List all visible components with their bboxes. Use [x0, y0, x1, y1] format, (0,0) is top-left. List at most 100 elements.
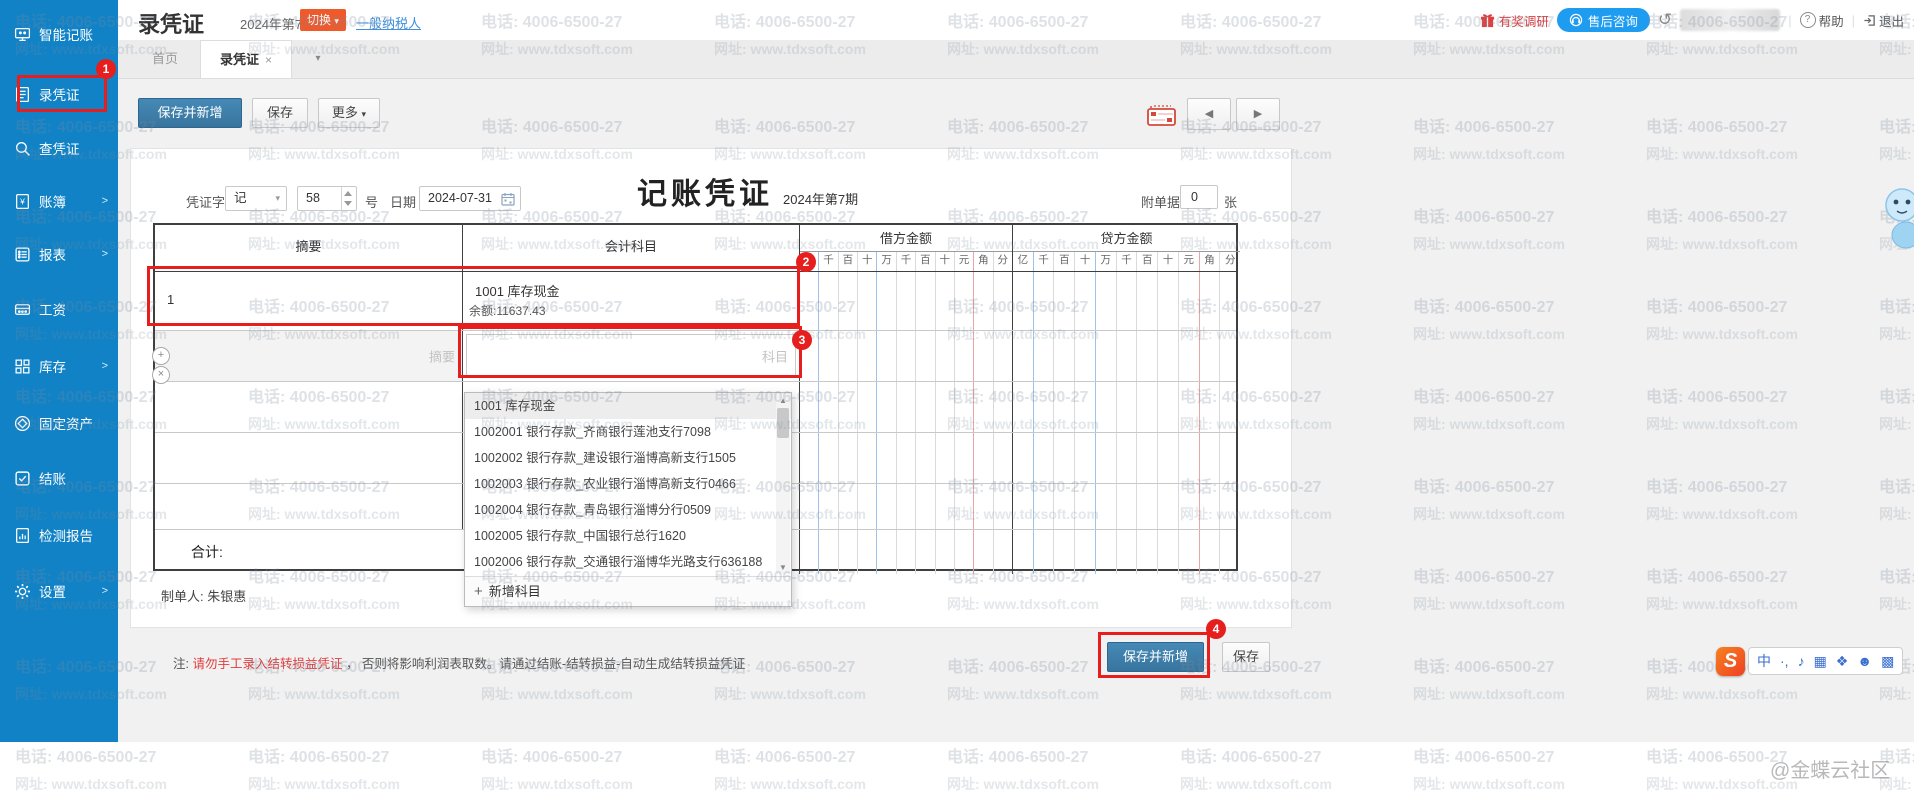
switch-period-button[interactable]: 切换 ▾ [300, 9, 346, 31]
amount-digit-cell [876, 484, 895, 529]
account-option[interactable]: 1001 库存现金 [465, 393, 791, 419]
scroll-down-icon[interactable]: ▼ [776, 563, 790, 572]
keyboard-icon[interactable]: ▦ [1814, 653, 1827, 670]
summary-cell-editing[interactable]: 摘要 [155, 331, 463, 381]
toolbar-more-button[interactable]: 更多 ▾ [318, 98, 380, 128]
watermark-site: 网址: www.tdxsoft.com [1180, 684, 1332, 704]
amount-digit-cell [1136, 331, 1157, 381]
voucher-word-select[interactable]: 记▾ [225, 186, 287, 211]
watermark-phone: 电话: 4006-6500-27 [1879, 113, 1914, 137]
sidebar-item-inspection-report[interactable]: 检测报告 [0, 520, 118, 550]
redacted-username [1680, 9, 1780, 31]
game-icon[interactable]: ☻ [1857, 653, 1872, 669]
ime-toolbar[interactable]: S 中 ·, ♪ ▦ ❖ ☻ ▩ [1716, 646, 1903, 676]
account-option[interactable]: 1002005 银行存款_中国银行总行1620 [465, 523, 791, 549]
sidebar-item-closing[interactable]: 结账 [0, 463, 118, 493]
account-option[interactable]: 1002002 银行存款_建设银行淄博高新支行1505 [465, 445, 791, 471]
next-voucher-button[interactable]: ▶ [1236, 98, 1280, 130]
calendar-icon[interactable] [501, 192, 515, 206]
calculator-icon[interactable] [1145, 100, 1178, 132]
table-row-2[interactable]: 摘要 科目 [155, 331, 1236, 382]
tab-home[interactable]: 首页 [130, 40, 200, 78]
amount-digit-header: 角 [973, 252, 992, 271]
amount-digit-header: 千 [1033, 252, 1054, 271]
attachments-count-input[interactable]: 0 [1180, 185, 1218, 209]
sidebar-item-fixed-assets[interactable]: 固定资产 [0, 408, 118, 438]
caret-down-icon: ▾ [334, 16, 339, 26]
sidebar-item-voucher-entry[interactable]: 录凭证 [0, 79, 118, 109]
add-account-button[interactable]: +新增科目 [465, 576, 791, 606]
survey-link[interactable]: 有奖调研 [1480, 11, 1549, 30]
watermark-site: 网址: www.tdxsoft.com [1646, 684, 1798, 704]
bottom-save-button[interactable]: 保存 [1222, 642, 1270, 672]
logout-link[interactable]: 退出 [1863, 11, 1904, 30]
account-input[interactable]: 科目 [466, 334, 796, 378]
close-tab-icon[interactable]: × [265, 53, 272, 67]
amount-digit-cell [1013, 530, 1033, 574]
amount-digit-cell [1157, 530, 1178, 574]
attachments-unit: 张 [1224, 192, 1237, 211]
sidebar-item-smart-accounting[interactable]: 智能记账 [0, 19, 118, 49]
amount-digit-cell [800, 272, 818, 330]
sidebar: 智能记账录凭证查凭证 ¥账簿> 报表> 工资库存> 固定资产结账检测报告设置> [0, 0, 118, 742]
after-sales-support-button[interactable]: 售后咨询 [1557, 8, 1650, 32]
number-spinner[interactable] [341, 187, 356, 210]
amount-digit-cell [876, 331, 895, 381]
caret-down-icon: ▾ [362, 109, 367, 119]
amount-digit-cell [1116, 382, 1137, 432]
amount-digit-cell [1053, 272, 1074, 330]
tab-voucher-entry[interactable]: 录凭证× [200, 40, 292, 78]
sidebar-item-voucher-search[interactable]: 查凭证 [0, 133, 118, 163]
scrollbar-thumb[interactable] [777, 408, 789, 438]
account-option[interactable]: 1002003 银行存款_农业银行淄博高新支行0466 [465, 471, 791, 497]
attachments-label: 附单据 [1141, 192, 1180, 211]
amount-digit-cell [1199, 433, 1220, 483]
watermark-site: 网址: www.tdxsoft.com [1879, 414, 1914, 434]
watermark-site: 网址: www.tdxsoft.com [1879, 684, 1914, 704]
debit-digit-headers: 亿千百十万千百十元角分 [800, 252, 1012, 271]
account-option[interactable]: 1002001 银行存款_齐商银行莲池支行7098 [465, 419, 791, 445]
watermark-site: 网址: www.tdxsoft.com [248, 684, 400, 704]
sidebar-item-reports[interactable]: 报表> [0, 239, 118, 269]
punctuation-icon[interactable]: ·, [1780, 653, 1789, 669]
date-input[interactable]: 2024-07-31 [419, 186, 521, 211]
amount-digit-cell [838, 484, 857, 529]
watermark-site: 网址: www.tdxsoft.com [1879, 504, 1914, 524]
skin-icon[interactable]: ❖ [1836, 653, 1849, 670]
voucher-number-input[interactable]: 58 [297, 186, 357, 211]
sidebar-item-salary[interactable]: 工资 [0, 294, 118, 324]
account-option[interactable]: 1002004 银行存款_青岛银行淄博分行0509 [465, 497, 791, 523]
spin-up-icon[interactable] [344, 191, 352, 196]
tab-list-dropdown[interactable]: ▾ [306, 48, 330, 70]
sidebar-item-settings[interactable]: 设置> [0, 576, 118, 606]
bottom-save-and-new-button[interactable]: 保存并新增 [1107, 642, 1204, 672]
account-option[interactable]: 1002006 银行存款_交通银行淄博华光路支行636188 [465, 549, 791, 575]
undo-icon[interactable]: ↺ [1658, 10, 1672, 30]
add-row-icon[interactable]: + [152, 347, 170, 365]
taxpayer-type-link[interactable]: 一般纳税人 [356, 13, 421, 32]
amount-digit-cell [1033, 530, 1054, 574]
table-row-1[interactable]: 1 1001 库存现金 余额:11637.43 [155, 272, 1236, 331]
scroll-up-icon[interactable]: ▲ [776, 396, 790, 405]
help-link[interactable]: ?帮助 [1800, 11, 1844, 30]
toolbar-save-and-new-button[interactable]: 保存并新增 [138, 98, 242, 128]
sogou-logo-icon[interactable]: S [1716, 647, 1745, 676]
sidebar-item-ledger[interactable]: ¥账簿> [0, 186, 118, 216]
grid-icon[interactable]: ▩ [1881, 653, 1894, 670]
mic-icon[interactable]: ♪ [1798, 653, 1805, 669]
spin-down-icon[interactable] [344, 201, 352, 206]
delete-row-icon[interactable]: × [152, 366, 170, 384]
previous-voucher-button[interactable]: ◀ [1187, 98, 1231, 130]
sidebar-item-inventory[interactable]: 库存> [0, 351, 118, 381]
summary-placeholder: 摘要 [429, 347, 455, 366]
amount-digit-cell [1074, 272, 1095, 330]
amount-digit-cell [838, 433, 857, 483]
assistant-mascot[interactable] [1876, 185, 1914, 252]
amount-digit-cell [973, 433, 992, 483]
amount-digit-header: 千 [1116, 252, 1137, 271]
toolbar-save-button[interactable]: 保存 [252, 98, 308, 128]
amount-digit-cell [800, 331, 818, 381]
chinese-mode-icon[interactable]: 中 [1757, 651, 1771, 671]
amount-digit-cell [1157, 331, 1178, 381]
dropdown-scrollbar[interactable]: ▲ ▼ [776, 394, 790, 574]
